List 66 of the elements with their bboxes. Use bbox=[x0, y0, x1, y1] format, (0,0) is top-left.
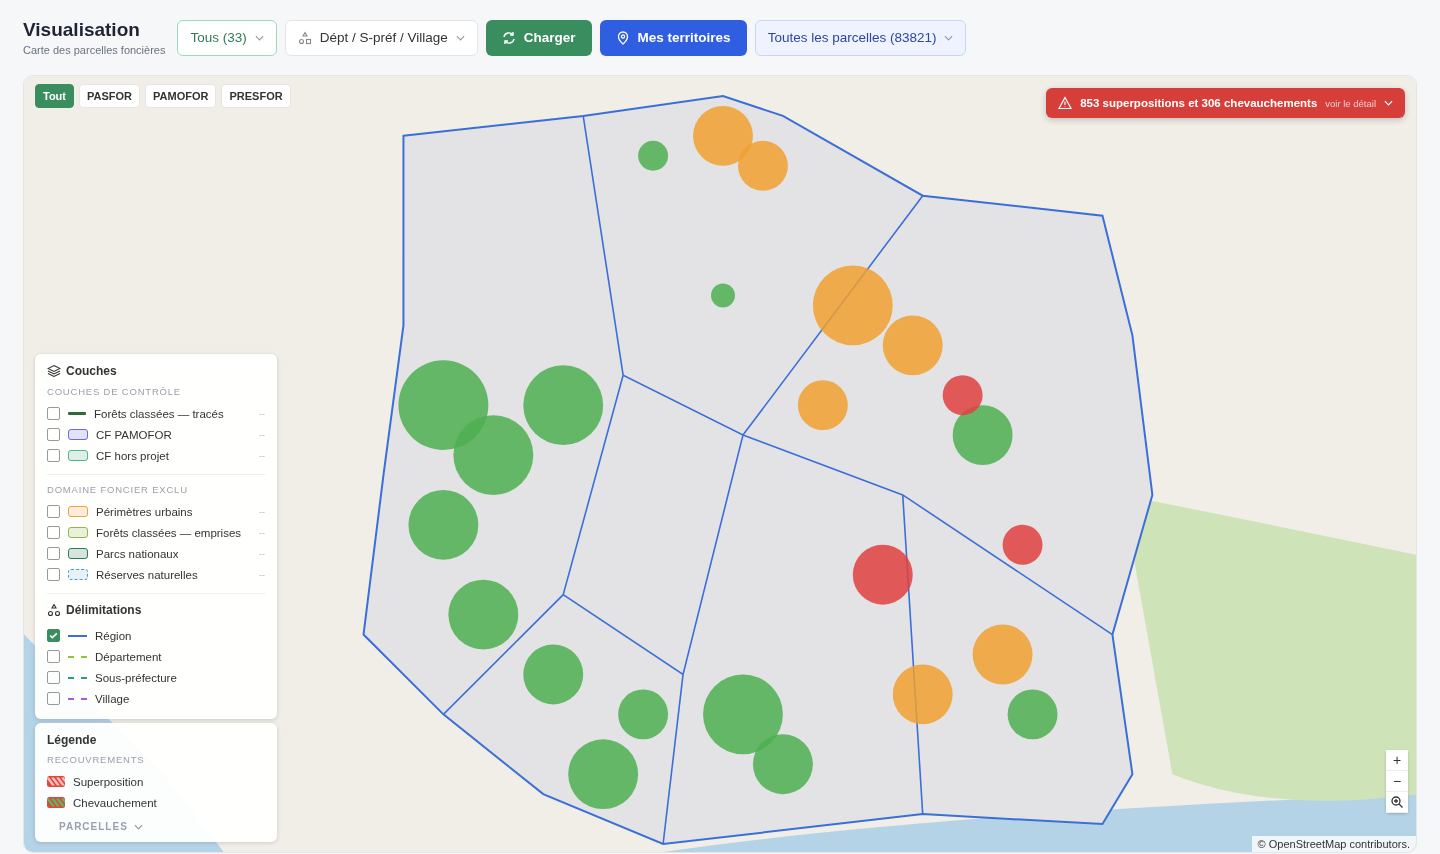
page-subtitle: Carte des parcelles foncières bbox=[23, 44, 166, 56]
checkbox[interactable] bbox=[47, 449, 60, 462]
chevron-down-icon bbox=[133, 823, 143, 830]
location-pin-icon bbox=[615, 30, 630, 45]
layer-count: -- bbox=[259, 408, 265, 419]
overlap-alert[interactable]: 853 superpositions et 306 chevauchements voir le détail bbox=[1046, 88, 1405, 118]
layer-label: CF hors projet bbox=[96, 449, 170, 462]
boundary-label: Village bbox=[95, 692, 131, 705]
checkbox[interactable] bbox=[47, 629, 60, 642]
boundary-label: Département bbox=[95, 650, 163, 663]
status-dropdown[interactable]: Tous (33) bbox=[177, 19, 277, 56]
checkbox[interactable] bbox=[47, 505, 60, 518]
section-heading: COUCHES DE CONTRÔLE bbox=[47, 386, 182, 397]
checkbox[interactable] bbox=[47, 692, 60, 705]
checkbox[interactable] bbox=[47, 547, 60, 560]
program-tab[interactable]: Tout bbox=[35, 84, 74, 108]
layer-count: -- bbox=[259, 429, 265, 440]
refresh-icon bbox=[501, 30, 516, 45]
layer-label: Réserves naturelles bbox=[96, 568, 199, 581]
alert-message: 853 superpositions et 306 chevauchements bbox=[1080, 97, 1318, 109]
zoom-out-button[interactable]: − bbox=[1386, 771, 1408, 792]
checkbox[interactable] bbox=[47, 407, 60, 420]
layer-label: Périmètres urbains bbox=[96, 505, 194, 518]
zoom-in-button[interactable]: + bbox=[1386, 750, 1408, 771]
program-tab[interactable]: PASFOR bbox=[79, 84, 141, 108]
warning-icon bbox=[1058, 96, 1073, 110]
boundary-label: Région bbox=[95, 629, 133, 642]
checkbox[interactable] bbox=[47, 568, 60, 581]
boundary-label: Sous-préfecture bbox=[95, 671, 178, 684]
layer-label: CF PAMOFOR bbox=[96, 428, 173, 441]
checkbox[interactable] bbox=[47, 428, 60, 441]
map-attribution: © OpenStreetMap contributors. bbox=[1251, 836, 1416, 852]
checkbox[interactable] bbox=[47, 650, 60, 663]
checkbox[interactable] bbox=[47, 671, 60, 684]
program-tab[interactable]: PAMOFOR bbox=[145, 84, 217, 108]
section-heading: RECOUVREMENTS bbox=[47, 754, 146, 765]
layer-count: -- bbox=[259, 548, 265, 559]
panel-title: Couches bbox=[66, 364, 117, 378]
layer-count: -- bbox=[259, 506, 265, 517]
zoom-fit-button[interactable] bbox=[1386, 792, 1408, 813]
page-title: Visualisation bbox=[23, 19, 141, 41]
layers-icon bbox=[47, 364, 61, 378]
legend-label: Chevauchement bbox=[73, 796, 158, 809]
panel-title: Délimitations bbox=[66, 603, 142, 617]
chevron-down-icon bbox=[254, 34, 264, 41]
magnifier-icon bbox=[1390, 795, 1404, 809]
layer-count: -- bbox=[259, 569, 265, 580]
location-dropdown[interactable]: Dépt / S-préf / Village bbox=[284, 19, 478, 56]
layer-label: Forêts classées — tracés bbox=[94, 407, 225, 420]
legend-label: Superposition bbox=[73, 775, 145, 788]
territories-button[interactable]: Mes territoires bbox=[599, 19, 747, 56]
parcels-dropdown[interactable]: Toutes les parcelles (83821) bbox=[754, 19, 967, 56]
legend-title: Légende bbox=[47, 733, 98, 747]
layer-count: -- bbox=[259, 450, 265, 461]
hierarchy-icon bbox=[297, 30, 312, 45]
program-tab[interactable]: PRESFOR bbox=[221, 84, 291, 108]
chevron-down-icon bbox=[944, 34, 954, 41]
checkbox[interactable] bbox=[47, 526, 60, 539]
layer-label: Forêts classées — emprises bbox=[96, 526, 243, 539]
chevron-down-icon bbox=[455, 34, 465, 41]
section-heading: DOMAINE FONCIER EXCLU bbox=[47, 484, 189, 495]
layer-label: Parcs nationaux bbox=[96, 547, 180, 560]
chevron-down-icon bbox=[1384, 100, 1393, 106]
layer-count: -- bbox=[259, 527, 265, 538]
load-button[interactable]: Charger bbox=[485, 19, 592, 56]
hierarchy-icon bbox=[47, 603, 61, 617]
